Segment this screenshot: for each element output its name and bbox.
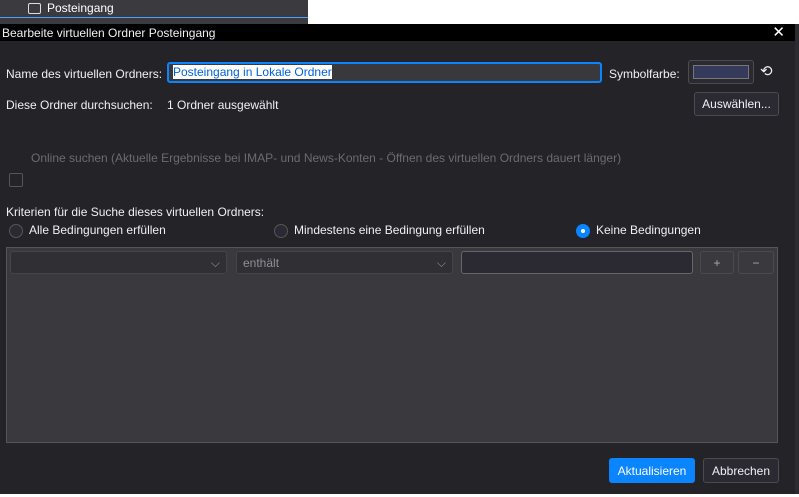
folder-name-input[interactable]: Posteingang in Lokale Ordner <box>167 62 602 83</box>
radio-all[interactable]: Alle Bedingungen erfüllen <box>9 223 166 238</box>
rules-list <box>6 247 778 443</box>
selection-line <box>0 17 308 18</box>
chevron-down-icon: ⌵ <box>436 256 446 270</box>
color-swatch <box>693 65 749 79</box>
select-folders-button[interactable]: Auswählen... <box>694 92 779 116</box>
radio-icon <box>9 223 23 238</box>
folder-label: Posteingang <box>47 1 114 15</box>
chevron-down-icon: ⌵ <box>210 256 220 270</box>
close-icon[interactable]: ✕ <box>772 24 785 41</box>
folder-item-inbox[interactable]: Posteingang <box>28 1 114 15</box>
remove-rule-button[interactable]: − <box>738 251 774 274</box>
radio-label: Mindestens eine Bedingung erfüllen <box>294 223 485 237</box>
search-folders-value: 1 Ordner ausgewählt <box>167 98 279 112</box>
update-button[interactable]: Aktualisieren <box>609 458 695 483</box>
radio-label: Alle Bedingungen erfüllen <box>29 223 166 237</box>
add-rule-button[interactable]: + <box>700 251 734 274</box>
virtual-folder-dialog: Bearbeite virtuellen Ordner Posteingang … <box>0 24 795 494</box>
title-bar: Bearbeite virtuellen Ordner Posteingang <box>0 24 795 41</box>
cancel-button[interactable]: Abbrechen <box>703 458 779 483</box>
radio-icon <box>274 223 288 238</box>
radio-label: Keine Bedingungen <box>596 223 701 237</box>
scrollbar[interactable] <box>795 24 799 494</box>
radio-icon-checked <box>576 223 590 238</box>
online-search-checkbox[interactable] <box>9 173 23 187</box>
folder-name-value: Posteingang in Lokale Ordner <box>173 65 332 79</box>
color-picker-button[interactable] <box>688 60 754 84</box>
dialog-title: Bearbeite virtuellen Ordner Posteingang <box>2 25 216 40</box>
radio-any[interactable]: Mindestens eine Bedingung erfüllen <box>274 223 485 238</box>
operator-value: enthält <box>243 256 280 270</box>
color-label: Symbolfarbe: <box>609 67 680 81</box>
inbox-icon <box>28 2 41 14</box>
background-folder-pane: Posteingang <box>0 0 308 24</box>
operator-select[interactable]: enthält ⌵ <box>236 251 453 274</box>
name-label: Name des virtuellen Ordners: <box>6 67 163 81</box>
rule-value-input[interactable] <box>461 251 693 274</box>
criteria-label: Kriterien für die Suche dieses virtuelle… <box>6 205 265 219</box>
field-select[interactable]: ⌵ <box>10 251 227 274</box>
search-folders-label: Diese Ordner durchsuchen: <box>6 98 153 112</box>
reset-color-icon[interactable]: ⟲ <box>760 62 778 80</box>
radio-none[interactable]: Keine Bedingungen <box>576 223 701 238</box>
online-search-label: Online suchen (Aktuelle Ergebnisse bei I… <box>31 151 622 165</box>
